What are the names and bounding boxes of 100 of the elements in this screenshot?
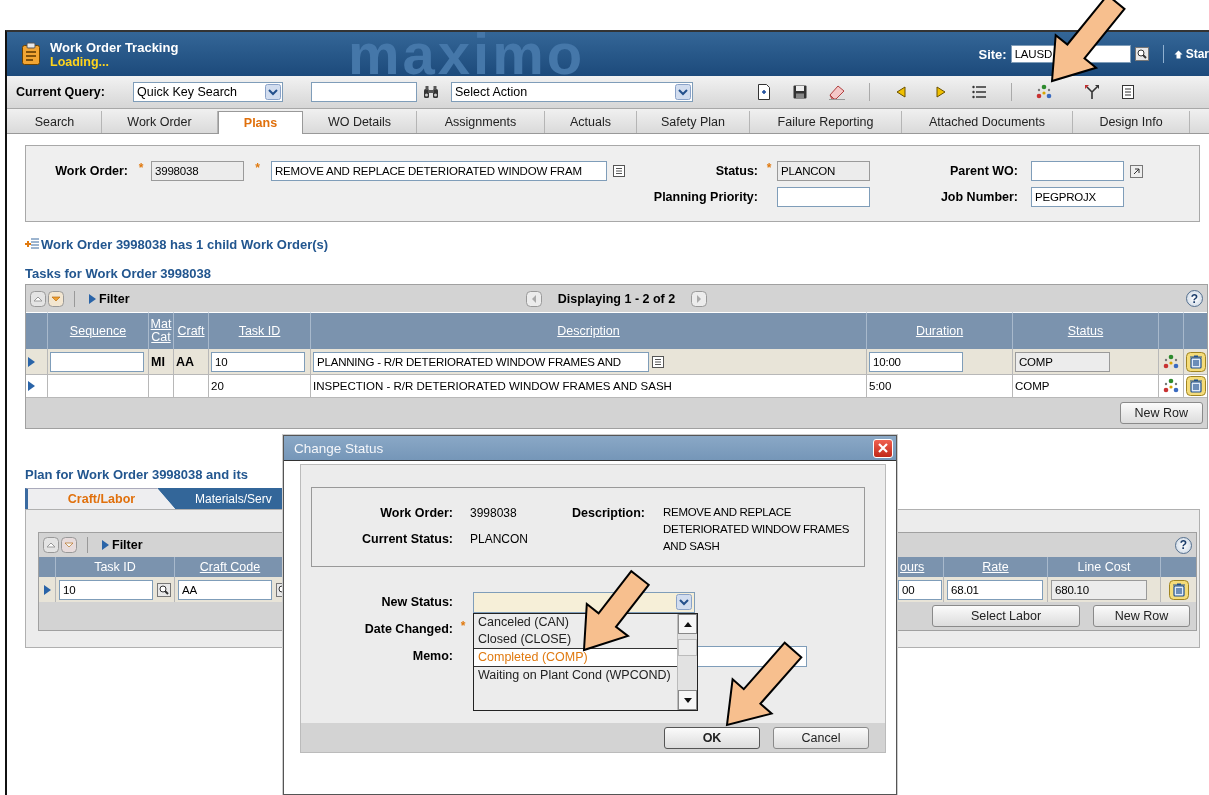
- add-list-icon: [25, 238, 39, 250]
- field-label: Current Status:: [361, 532, 453, 546]
- delete-icon[interactable]: [1168, 579, 1189, 600]
- query-field[interactable]: [311, 82, 417, 102]
- tab[interactable]: Failure Reporting: [750, 111, 902, 133]
- table-header-cell: [1161, 557, 1196, 577]
- change-status-icon[interactable]: [1163, 378, 1179, 394]
- tab[interactable]: Attached Documents: [902, 111, 1073, 133]
- status-field[interactable]: COMP: [1015, 351, 1110, 372]
- table-header-cell: [26, 312, 48, 349]
- field-label: New Status:: [380, 595, 453, 609]
- scroll-thumb[interactable]: [678, 639, 697, 656]
- field-value: PLANCON: [470, 532, 529, 546]
- app-title: Work Order Tracking: [50, 39, 179, 55]
- select-labor-button[interactable]: Select Labor: [932, 605, 1080, 627]
- caret-icon: [265, 84, 281, 100]
- field-label: Planning Priority:: [652, 190, 759, 204]
- triangle-icon: [28, 381, 35, 391]
- table-row-marker[interactable]: [39, 577, 56, 602]
- craft-code-field[interactable]: AA: [178, 579, 272, 600]
- table-row-marker[interactable]: [26, 349, 48, 375]
- long-description-icon[interactable]: [652, 355, 664, 368]
- tab[interactable]: WO Details: [303, 111, 417, 133]
- input-field[interactable]: 00: [898, 579, 942, 600]
- rate-field[interactable]: 68.01: [947, 579, 1043, 600]
- required-mark: *: [254, 161, 261, 175]
- table-header-cell: [1159, 312, 1184, 349]
- new-row-button[interactable]: New Row: [1093, 605, 1190, 627]
- table-cell: [149, 375, 174, 398]
- table-header-cell: [39, 557, 56, 577]
- triangle-icon: [89, 293, 96, 304]
- field-value: 3998038: [470, 506, 518, 520]
- input-field[interactable]: 3998038: [151, 161, 244, 181]
- task-id-field[interactable]: 10: [59, 579, 153, 600]
- new-row-button[interactable]: New Row: [1119, 402, 1203, 424]
- triangle-icon: [28, 356, 35, 367]
- tab[interactable]: Design Info: [1073, 111, 1190, 133]
- action-dropdown[interactable]: Select Action: [451, 82, 693, 102]
- cancel-button[interactable]: Cancel: [773, 726, 869, 749]
- help-button[interactable]: ?: [1186, 290, 1203, 307]
- description-field[interactable]: PLANNING - R/R DETERIORATED WINDOW FRAMES AND: [313, 351, 649, 372]
- up-triangle-icon: [683, 621, 692, 627]
- site-label: Site:: [978, 46, 1007, 62]
- dropdown-option[interactable]: Closed (CLOSE): [474, 631, 677, 648]
- row-arrow-icon[interactable]: [28, 381, 35, 391]
- tab[interactable]: Actuals: [545, 111, 637, 133]
- row-arrow-icon[interactable]: [28, 356, 35, 367]
- change-status-icon[interactable]: [1163, 353, 1179, 370]
- scroll-up-button[interactable]: [678, 614, 697, 634]
- help-button[interactable]: ?: [1175, 536, 1192, 554]
- field-label: Description:: [571, 506, 645, 520]
- required-mark: *: [459, 619, 467, 633]
- down-triangle-icon: [683, 697, 692, 703]
- clipboard-icon: [21, 42, 41, 66]
- task-id-field[interactable]: 10: [211, 351, 305, 372]
- filter-button[interactable]: Filter: [89, 291, 130, 306]
- start-center-link[interactable]: Star: [1173, 47, 1209, 61]
- input-field[interactable]: REMOVE AND REPLACE DETERIORATED WINDOW FRAM: [271, 161, 607, 181]
- table-row-marker[interactable]: [26, 375, 48, 398]
- duration-field[interactable]: 10:00: [869, 351, 963, 372]
- field-value: REMOVE AND REPLACE DETERIORATED WINDOW FRAMES AND SASH: [663, 505, 851, 554]
- input-field[interactable]: [777, 187, 870, 207]
- close-icon: [877, 442, 889, 454]
- query-dropdown[interactable]: Quick Key Search: [133, 82, 283, 102]
- fork-arrow-icon[interactable]: [1084, 84, 1100, 100]
- tab[interactable]: Safety Plan: [637, 111, 750, 133]
- filter-button[interactable]: Filter: [102, 538, 143, 552]
- tab[interactable]: Assignments: [417, 111, 545, 133]
- input-field[interactable]: PEGPROJX: [1031, 187, 1124, 207]
- previous-icon[interactable]: [896, 86, 906, 98]
- ok-button[interactable]: OK: [664, 726, 760, 749]
- input-field[interactable]: PLANCON: [777, 161, 870, 181]
- sequence-field[interactable]: [50, 351, 144, 372]
- change-status-icon[interactable]: [1036, 84, 1052, 100]
- close-button[interactable]: [873, 438, 893, 458]
- section-title: Tasks for Work Order 3998038: [25, 266, 211, 281]
- column-header: Line Cost: [1048, 557, 1161, 577]
- lookup-icon[interactable]: [157, 582, 171, 597]
- search-icon[interactable]: [1134, 47, 1149, 61]
- field-label: Date Changed:: [363, 622, 453, 636]
- dropdown-option[interactable]: Waiting on Plant Cond (WPCOND): [474, 667, 677, 684]
- child-work-order-link[interactable]: Work Order 3998038 has 1 child Work Order(s): [25, 236, 329, 252]
- long-description-icon[interactable]: [613, 165, 625, 177]
- list-icon[interactable]: [972, 85, 986, 99]
- caret-icon: [676, 594, 692, 610]
- go-to-icon[interactable]: [1129, 164, 1143, 178]
- line-cost-field[interactable]: 680.10: [1051, 579, 1147, 600]
- binoculars-icon[interactable]: [423, 85, 439, 99]
- scroll-down-button[interactable]: [678, 690, 697, 710]
- new-document-icon[interactable]: [757, 84, 771, 100]
- table-cell: 20: [209, 375, 311, 398]
- eraser-icon[interactable]: [828, 84, 846, 100]
- row-arrow-icon[interactable]: [43, 584, 51, 595]
- document-icon[interactable]: [1122, 85, 1134, 99]
- input-field[interactable]: [1031, 161, 1124, 181]
- save-icon[interactable]: [793, 85, 807, 99]
- loading-status: Loading...: [50, 54, 110, 69]
- tab[interactable]: Search: [8, 111, 102, 133]
- dropdown-option[interactable]: Canceled (CAN): [474, 614, 677, 631]
- next-icon[interactable]: [936, 86, 946, 98]
